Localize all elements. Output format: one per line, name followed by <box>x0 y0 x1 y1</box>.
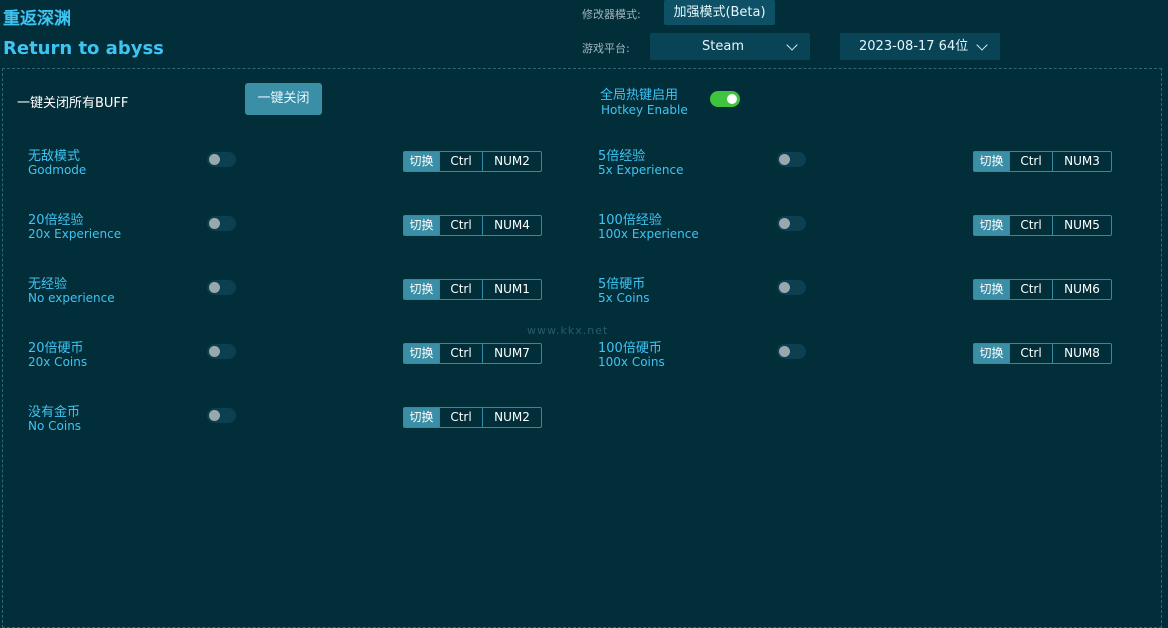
all-off-button[interactable]: 一键关闭 <box>245 83 322 115</box>
switch-hotkey-button[interactable]: 切换 <box>974 216 1009 235</box>
hotkey-key[interactable]: NUM2 <box>482 408 541 427</box>
watermark: www.kkx.net <box>527 324 609 337</box>
hotkey-key[interactable]: NUM2 <box>482 152 541 171</box>
hotkey-group: 切换 Ctrl NUM8 <box>973 343 1112 364</box>
hotkey-key[interactable]: NUM6 <box>1052 280 1111 299</box>
chevron-down-icon <box>976 39 988 51</box>
cheat-row: 无敌模式 Godmode 切换 Ctrl NUM2 <box>28 145 543 185</box>
game-title-en: Return to abyss <box>3 38 164 59</box>
cheat-name-cn: 20倍经验 <box>28 213 84 228</box>
hotkey-key[interactable]: NUM7 <box>482 344 541 363</box>
hotkey-group: 切换 Ctrl NUM3 <box>973 151 1112 172</box>
cheat-row: 100倍硬币 100x Coins 切换 Ctrl NUM8 <box>598 337 1113 377</box>
modifier-key[interactable]: Ctrl <box>439 344 482 363</box>
switch-hotkey-button[interactable]: 切换 <box>404 408 439 427</box>
toggle-knob <box>209 346 220 357</box>
modifier-key[interactable]: Ctrl <box>439 280 482 299</box>
cheat-row: 没有金币 No Coins 切换 Ctrl NUM2 <box>28 401 543 441</box>
cheat-row: 100倍经验 100x Experience 切换 Ctrl NUM5 <box>598 209 1113 249</box>
version-select-value: 2023-08-17 64位 <box>859 39 969 54</box>
hotkey-group: 切换 Ctrl NUM7 <box>403 343 542 364</box>
cheat-toggle[interactable] <box>207 280 236 295</box>
modifier-key[interactable]: Ctrl <box>1009 216 1052 235</box>
toggle-knob <box>209 282 220 293</box>
cheat-name-en: 5x Experience <box>598 163 684 177</box>
switch-hotkey-button[interactable]: 切换 <box>404 152 439 171</box>
modifier-key[interactable]: Ctrl <box>439 216 482 235</box>
cheat-toggle[interactable] <box>207 216 236 231</box>
hotkey-key[interactable]: NUM1 <box>482 280 541 299</box>
toggle-knob <box>209 410 220 421</box>
cheat-toggle[interactable] <box>207 344 236 359</box>
cheat-row: 20倍经验 20x Experience 切换 Ctrl NUM4 <box>28 209 543 249</box>
hotkey-key[interactable]: NUM4 <box>482 216 541 235</box>
cheat-name-en: 20x Experience <box>28 227 122 241</box>
toggle-knob <box>209 218 220 229</box>
toggle-knob <box>727 94 737 104</box>
modifier-key[interactable]: Ctrl <box>439 152 482 171</box>
hotkey-enable-toggle[interactable] <box>710 91 740 107</box>
chevron-down-icon <box>786 39 798 51</box>
cheat-name-en: 100x Coins <box>598 355 665 369</box>
cheat-toggle[interactable] <box>777 152 806 167</box>
cheat-toggle[interactable] <box>777 216 806 231</box>
hotkey-group: 切换 Ctrl NUM1 <box>403 279 542 300</box>
cheat-name-cn: 无经验 <box>28 277 68 292</box>
modifier-key[interactable]: Ctrl <box>1009 152 1052 171</box>
cheat-toggle[interactable] <box>777 280 806 295</box>
mode-label: 修改器模式: <box>582 8 641 21</box>
toggle-knob <box>779 282 790 293</box>
all-off-label: 一键关闭所有BUFF <box>17 96 129 111</box>
cheat-name-cn: 100倍硬币 <box>598 341 662 356</box>
cheat-name-en: No Coins <box>28 419 82 433</box>
version-select[interactable]: 2023-08-17 64位 <box>840 33 1000 60</box>
hotkey-key[interactable]: NUM3 <box>1052 152 1111 171</box>
modifier-key[interactable]: Ctrl <box>1009 280 1052 299</box>
cheat-toggle[interactable] <box>207 408 236 423</box>
cheat-row: 5倍硬币 5x Coins 切换 Ctrl NUM6 <box>598 273 1113 313</box>
cheat-row: 5倍经验 5x Experience 切换 Ctrl NUM3 <box>598 145 1113 185</box>
cheat-name-cn: 无敌模式 <box>28 149 81 164</box>
hotkey-label-cn: 全局热键启用 <box>600 88 679 103</box>
platform-select-value: Steam <box>702 39 744 54</box>
switch-hotkey-button[interactable]: 切换 <box>404 216 439 235</box>
modifier-key[interactable]: Ctrl <box>439 408 482 427</box>
cheat-name-en: 5x Coins <box>598 291 650 305</box>
hotkey-group: 切换 Ctrl NUM6 <box>973 279 1112 300</box>
hotkey-group: 切换 Ctrl NUM5 <box>973 215 1112 236</box>
cheat-row: 无经验 No experience 切换 Ctrl NUM1 <box>28 273 543 313</box>
hotkey-group: 切换 Ctrl NUM2 <box>403 407 542 428</box>
cheat-row: 20倍硬币 20x Coins 切换 Ctrl NUM7 <box>28 337 543 377</box>
hotkey-group: 切换 Ctrl NUM4 <box>403 215 542 236</box>
modifier-key[interactable]: Ctrl <box>1009 344 1052 363</box>
cheat-toggle[interactable] <box>207 152 236 167</box>
hotkey-key[interactable]: NUM8 <box>1052 344 1111 363</box>
cheat-name-en: 20x Coins <box>28 355 88 369</box>
game-title-cn: 重返深渊 <box>3 9 71 29</box>
toggle-knob <box>209 154 220 165</box>
switch-hotkey-button[interactable]: 切换 <box>974 280 1009 299</box>
switch-hotkey-button[interactable]: 切换 <box>974 344 1009 363</box>
cheat-name-cn: 5倍硬币 <box>598 277 646 292</box>
switch-hotkey-button[interactable]: 切换 <box>974 152 1009 171</box>
cheat-name-cn: 5倍经验 <box>598 149 646 164</box>
switch-hotkey-button[interactable]: 切换 <box>404 280 439 299</box>
platform-select[interactable]: Steam <box>650 33 810 60</box>
cheat-toggle[interactable] <box>777 344 806 359</box>
mode-button[interactable]: 加强模式(Beta) <box>664 0 775 25</box>
switch-hotkey-button[interactable]: 切换 <box>404 344 439 363</box>
toggle-knob <box>779 346 790 357</box>
hotkey-label-en: Hotkey Enable <box>601 103 688 117</box>
toggle-knob <box>779 218 790 229</box>
platform-label: 游戏平台: <box>582 42 630 55</box>
hotkey-key[interactable]: NUM5 <box>1052 216 1111 235</box>
cheat-name-cn: 没有金币 <box>28 405 81 420</box>
cheat-name-en: No experience <box>28 291 115 305</box>
cheat-name-en: Godmode <box>28 163 87 177</box>
hotkey-group: 切换 Ctrl NUM2 <box>403 151 542 172</box>
toggle-knob <box>779 154 790 165</box>
cheat-name-en: 100x Experience <box>598 227 699 241</box>
cheat-name-cn: 100倍经验 <box>598 213 662 228</box>
cheat-name-cn: 20倍硬币 <box>28 341 84 356</box>
